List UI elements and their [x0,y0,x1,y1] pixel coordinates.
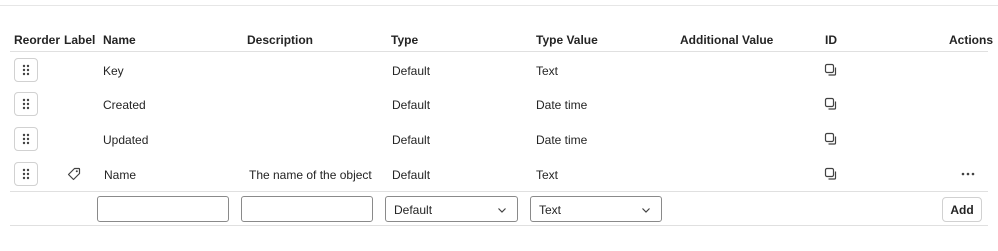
drag-handle-icon[interactable] [14,92,38,116]
row-type-value: Date time [536,133,588,147]
table-row: Updated Default Date time [0,122,998,156]
table-row: Created Default Date time [0,87,998,121]
table-row: Key Default Text [0,53,998,87]
bottom-divider [10,225,988,226]
row-type: Default [392,64,431,78]
copy-icon[interactable] [824,97,838,114]
copy-icon[interactable] [824,63,838,80]
type-select-value: Default [394,203,433,217]
header-id: ID [825,33,837,47]
row-type-value: Text [536,168,559,182]
header-actions: Actions [949,33,994,47]
row-name: Name [104,168,137,182]
row-name: Updated [103,133,149,147]
row-type: Default [392,133,431,147]
more-horizontal-icon[interactable] [960,166,976,183]
description-input[interactable] [241,196,373,222]
copy-icon[interactable] [824,132,838,149]
header-reorder: Reorder [14,33,61,47]
row-description: The name of the object [249,168,372,182]
header-divider [10,51,988,52]
drag-handle-icon[interactable] [14,58,38,82]
type-select[interactable]: Default [385,196,518,222]
header-description: Description [247,33,314,47]
add-button[interactable]: Add [942,197,982,222]
drag-handle-icon[interactable] [14,127,38,151]
row-name: Key [103,64,124,78]
row-type: Default [392,168,431,182]
name-input[interactable] [97,196,229,222]
row-type: Default [392,98,431,112]
header-name: Name [103,33,136,47]
rows-divider [10,191,988,192]
header-label: Label [64,33,96,47]
tag-icon [67,167,81,184]
copy-icon[interactable] [824,167,838,184]
header-type-value: Type Value [536,33,598,47]
row-name: Created [103,98,146,112]
type-value-select-value: Text [539,203,562,217]
type-value-select[interactable]: Text [530,196,662,222]
row-type-value: Date time [536,98,588,112]
drag-handle-icon[interactable] [14,162,38,186]
row-type-value: Text [536,64,559,78]
header-type: Type [391,33,419,47]
table-row: Name The name of the object Default Text [0,157,998,191]
header-additional-value: Additional Value [680,33,774,47]
top-divider [0,5,998,6]
chevron-down-icon [497,204,507,218]
chevron-down-icon [641,204,651,218]
